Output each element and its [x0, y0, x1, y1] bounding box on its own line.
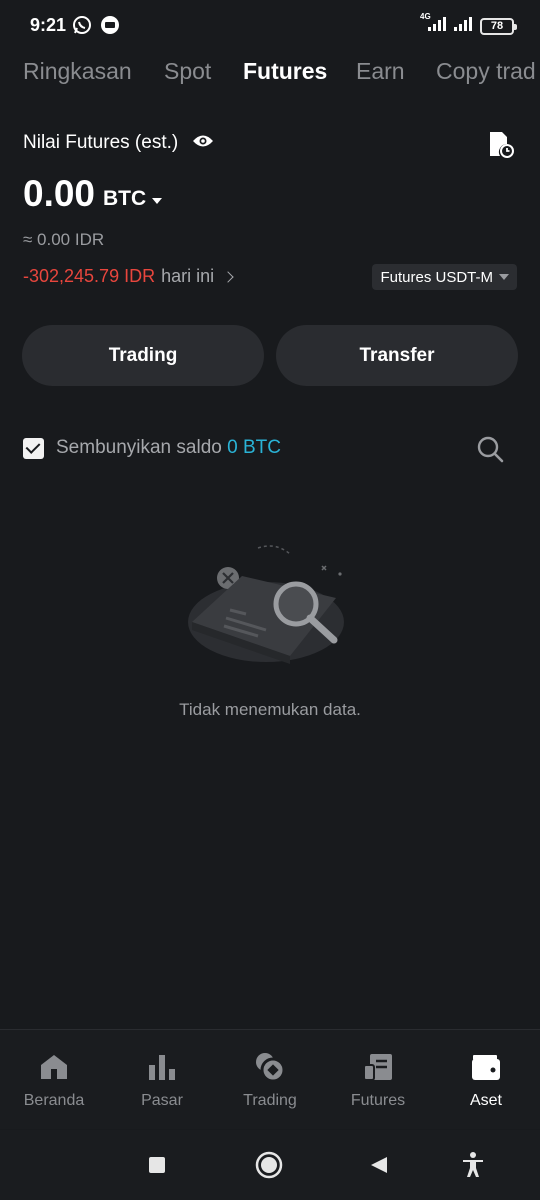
accessibility-icon[interactable] — [458, 1150, 488, 1180]
trading-button[interactable]: Trading — [22, 325, 264, 386]
page-title: Nilai Futures (est.) — [23, 132, 179, 153]
hide-balance-label: Sembunyikan saldo — [56, 437, 222, 458]
tab-futures[interactable]: Futures — [243, 58, 327, 85]
caret-down-icon — [499, 274, 509, 280]
status-right: 4G 78 — [420, 12, 517, 37]
bar-chart-icon — [112, 1050, 212, 1084]
hide-balance-value: 0 BTC — [227, 437, 281, 458]
balance-row: 0.00 BTC — [23, 173, 163, 214]
nav-item-beranda[interactable]: Beranda — [4, 1050, 104, 1110]
pnl-value: -302,245.79 IDR — [23, 266, 156, 286]
empty-state-illustration — [186, 540, 356, 680]
futures-value-header: Nilai Futures (est.) — [23, 132, 214, 154]
balance-value: 0.00 — [23, 173, 96, 214]
nav-item-pasar[interactable]: Pasar — [112, 1050, 212, 1110]
nav-item-trading[interactable]: Trading — [220, 1050, 320, 1110]
notification-icon — [100, 15, 120, 40]
caret-down-icon[interactable] — [152, 198, 163, 204]
nav-label: Futures — [350, 1092, 406, 1109]
status-time: 9:21 — [30, 15, 67, 35]
document-clock-icon[interactable] — [488, 130, 514, 158]
hide-balance-text: Sembunyikan saldo 0 BTC — [56, 437, 281, 459]
asset-tabs: Ringkasan Spot Futures Earn Copy trad — [0, 58, 540, 94]
signal-icon-2 — [452, 16, 474, 37]
nav-label: Beranda — [23, 1092, 85, 1109]
empty-state-text: Tidak menemukan data. — [179, 700, 361, 719]
system-nav-bar — [0, 1130, 540, 1200]
search-icon[interactable] — [476, 435, 504, 463]
wallet-icon — [436, 1050, 536, 1084]
pnl-row[interactable]: -302,245.79 IDR hari ini — [23, 266, 234, 287]
balance-unit[interactable]: BTC — [103, 187, 146, 211]
balance-approx: ≈ 0.00 IDR — [23, 230, 105, 249]
nav-label: Aset — [469, 1092, 502, 1109]
home-icon — [4, 1050, 104, 1084]
signal-icon: 4G — [420, 12, 446, 37]
futures-type-selector[interactable]: Futures USDT-M — [372, 264, 517, 290]
nav-label: Pasar — [141, 1092, 183, 1109]
network-type: 4G — [420, 12, 431, 21]
nav-item-aset[interactable]: Aset — [436, 1050, 536, 1110]
eye-icon[interactable] — [192, 133, 214, 154]
selector-label: Futures USDT-M — [380, 268, 493, 286]
status-bar: 9:21 4G 78 — [0, 0, 540, 50]
bottom-nav: Beranda Pasar Trading Futures Aset — [0, 1029, 540, 1129]
home-button-icon[interactable] — [254, 1150, 284, 1180]
tab-earn[interactable]: Earn — [356, 58, 405, 85]
hide-balance-filter[interactable]: Sembunyikan saldo 0 BTC — [23, 437, 281, 459]
pnl-label: hari ini — [161, 266, 215, 286]
tab-ringkasan[interactable]: Ringkasan — [23, 58, 132, 85]
transfer-button[interactable]: Transfer — [276, 325, 518, 386]
battery-icon: 78 — [480, 18, 517, 35]
tab-spot[interactable]: Spot — [164, 58, 211, 85]
hide-balance-checkbox[interactable] — [23, 437, 44, 459]
back-icon[interactable] — [364, 1150, 394, 1180]
whatsapp-icon — [72, 15, 92, 40]
coins-icon — [220, 1050, 320, 1084]
recents-icon[interactable] — [142, 1150, 172, 1180]
futures-icon — [328, 1050, 428, 1084]
nav-label: Trading — [243, 1092, 297, 1109]
tab-copy-trade[interactable]: Copy trad — [436, 58, 536, 85]
chevron-right-icon — [222, 270, 234, 283]
nav-item-futures[interactable]: Futures — [328, 1050, 428, 1110]
